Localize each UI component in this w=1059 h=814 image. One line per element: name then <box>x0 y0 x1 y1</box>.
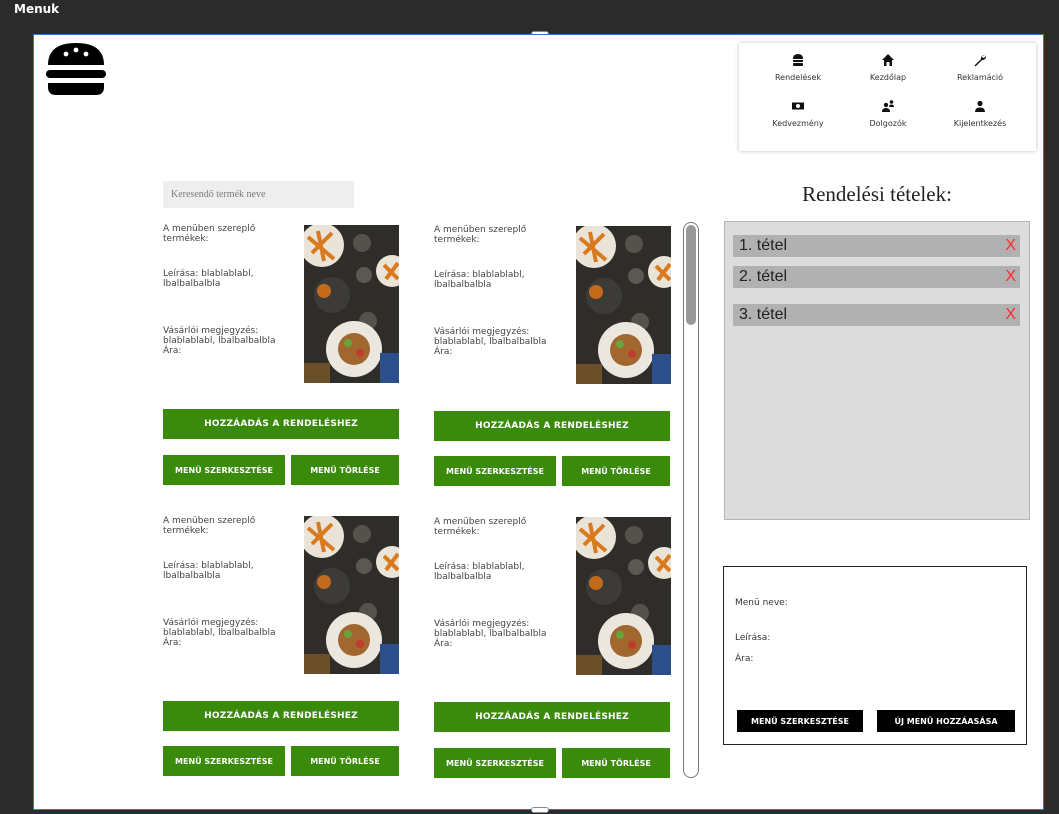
nav-item-kedvezmeny[interactable]: Kedvezmény <box>753 99 843 128</box>
order-item: 2. tétel X <box>733 266 1020 288</box>
order-item-label: 1. tétel <box>739 237 788 254</box>
nav-item-label: Reklamáció <box>956 73 1004 82</box>
top-nav: Rendelések Kezdőlap Reklamáció Kedvezmén… <box>739 43 1036 151</box>
card-items-label: A menüben szereplő termékek: <box>163 516 256 536</box>
nav-item-dolgozok[interactable]: Dolgozók <box>843 99 933 128</box>
order-items-title: Rendelési tételek: <box>802 182 952 206</box>
nav-item-rendelesek[interactable]: Rendelések <box>753 53 843 82</box>
nav-item-label: Rendelések <box>774 73 822 82</box>
delete-menu-button[interactable]: MENÜ TÖRLÉSE <box>562 748 670 778</box>
order-item: 1. tétel X <box>733 235 1020 257</box>
add-to-order-button[interactable]: HOZZÁADÁS A RENDELÉSHEZ <box>163 409 399 439</box>
delete-menu-button[interactable]: MENÜ TÖRLÉSE <box>562 456 670 486</box>
window-title: Menuk <box>14 2 60 16</box>
card-items-label: A menüben szereplő termékek: <box>434 517 527 537</box>
card-price: Ára: <box>434 347 453 357</box>
menu-desc-label: Leírása: <box>735 633 771 643</box>
delete-menu-button[interactable]: MENÜ TÖRLÉSE <box>291 746 399 776</box>
menu-name-label: Menü neve: <box>735 598 788 608</box>
edit-menu-button[interactable]: MENÜ SZERKESZTÉSE <box>163 455 285 485</box>
nav-item-label: Kijelentkezés <box>953 119 1007 128</box>
add-new-menu-button[interactable]: ÚJ MENÜ HOZZÁASÁSA <box>877 710 1015 732</box>
menu-list-scrollbar[interactable] <box>683 222 699 778</box>
remove-item-icon[interactable]: X <box>1005 268 1016 286</box>
card-price: Ára: <box>163 638 182 648</box>
money-icon <box>753 99 843 115</box>
card-price: Ára: <box>163 346 182 356</box>
nav-item-reklamacio[interactable]: Reklamáció <box>935 53 1025 82</box>
menu-price-label: Ára: <box>735 654 754 664</box>
card-items-label: A menüben szereplő termékek: <box>163 224 256 244</box>
nav-item-label: Dolgozók <box>869 119 907 128</box>
card-note: Vásárlói megjegyzés: blablablabl, lbalba… <box>434 619 547 639</box>
add-to-order-button[interactable]: HOZZÁADÁS A RENDELÉSHEZ <box>434 411 670 441</box>
nav-item-kezdolap[interactable]: Kezdőlap <box>843 53 933 82</box>
card-note: Vásárlói megjegyzés: blablablabl, lbalba… <box>434 327 547 347</box>
burger-logo-icon <box>46 43 106 95</box>
edit-menu-button[interactable]: MENÜ SZERKESZTÉSE <box>163 746 285 776</box>
card-price: Ára: <box>434 639 453 649</box>
menu-edit-form: Menü neve: Leírása: Ára: MENÜ SZERKESZTÉ… <box>723 566 1027 745</box>
order-item: 3. tétel X <box>733 304 1020 326</box>
order-items-list: 1. tétel X 2. tétel X 3. tétel X <box>724 221 1030 520</box>
burger-icon <box>753 53 843 69</box>
resize-handle-bottom[interactable] <box>531 807 549 813</box>
wrench-icon <box>935 53 1025 69</box>
edit-menu-button[interactable]: MENÜ SZERKESZTÉSE <box>434 456 556 486</box>
remove-item-icon[interactable]: X <box>1005 306 1016 324</box>
nav-item-label: Kezdőlap <box>869 73 907 82</box>
page-canvas: Rendelések Kezdőlap Reklamáció Kedvezmén… <box>33 34 1044 810</box>
add-to-order-button[interactable]: HOZZÁADÁS A RENDELÉSHEZ <box>163 701 399 731</box>
user-icon <box>935 99 1025 115</box>
card-note: Vásárlói megjegyzés: blablablabl, lbalba… <box>163 326 276 346</box>
card-note: Vásárlói megjegyzés: blablablabl, lbalba… <box>163 618 276 638</box>
home-icon <box>843 53 933 69</box>
card-description: Leírása: blablablabl, lbalbalbalbla <box>434 270 525 290</box>
scrollbar-thumb[interactable] <box>686 225 696 325</box>
food-photo <box>304 225 399 383</box>
edit-menu-button[interactable]: MENÜ SZERKESZTÉSE <box>434 748 556 778</box>
remove-item-icon[interactable]: X <box>1005 237 1016 255</box>
nav-item-label: Kedvezmény <box>772 119 824 128</box>
order-item-label: 2. tétel <box>739 268 788 285</box>
food-photo <box>304 516 399 674</box>
card-description: Leírása: blablablabl, lbalbalbalbla <box>434 562 525 582</box>
add-to-order-button[interactable]: HOZZÁADÁS A RENDELÉSHEZ <box>434 702 670 732</box>
card-items-label: A menüben szereplő termékek: <box>434 225 527 245</box>
order-item-label: 3. tétel <box>739 306 788 323</box>
delete-menu-button[interactable]: MENÜ TÖRLÉSE <box>291 455 399 485</box>
edit-menu-form-button[interactable]: MENÜ SZERKESZTÉSE <box>737 710 863 732</box>
users-icon <box>843 99 933 115</box>
food-photo <box>576 226 671 384</box>
card-description: Leírása: blablablabl, lbalbalbalbla <box>163 269 254 289</box>
search-input[interactable] <box>163 181 354 208</box>
nav-item-kijelentkezes[interactable]: Kijelentkezés <box>935 99 1025 128</box>
food-photo <box>576 517 671 675</box>
card-description: Leírása: blablablabl, lbalbalbalbla <box>163 561 254 581</box>
